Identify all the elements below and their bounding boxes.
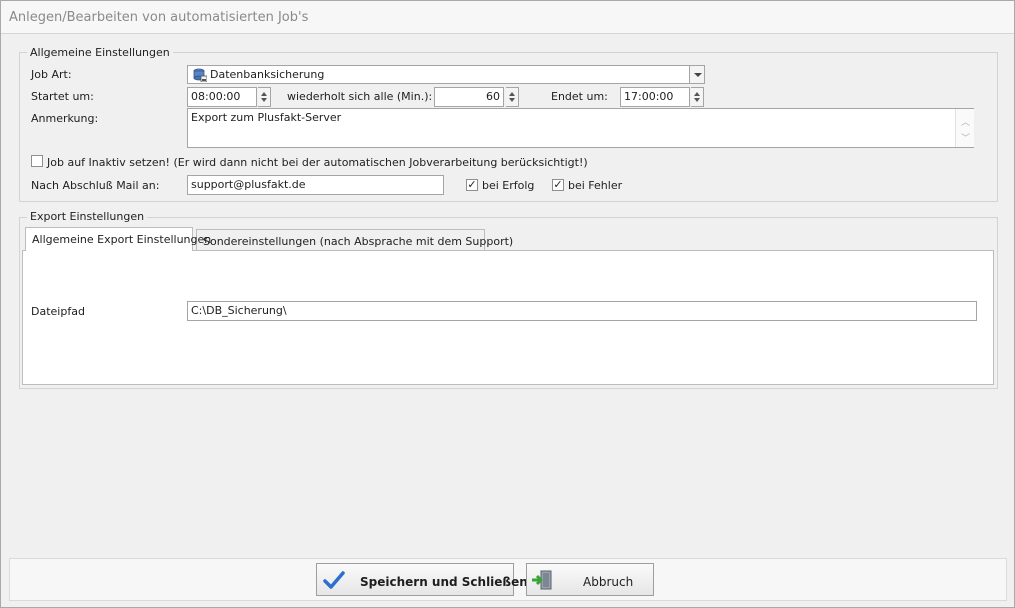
note-textarea[interactable]: Export zum Plusfakt-Server [187, 108, 974, 148]
chevron-down-icon [694, 73, 702, 77]
save-button-label: Speichern und Schließen [360, 575, 528, 589]
spin-up-icon [694, 92, 700, 96]
tab-special-settings[interactable]: Sondereinstellungen (nach Absprache mit … [196, 229, 513, 250]
end-time-value: 17:00:00 [624, 90, 674, 103]
mail-label: Nach Abschluß Mail an: [31, 179, 160, 192]
start-time-input[interactable]: 08:00:00 [187, 87, 257, 107]
spin-up-icon [509, 92, 515, 96]
spin-down-icon [261, 98, 267, 102]
mail-input[interactable]: support@plusfakt.de [187, 175, 444, 195]
success-label: bei Erfolg [482, 179, 535, 192]
job-art-dropdown-button[interactable] [689, 65, 705, 84]
exit-door-icon [531, 569, 553, 591]
start-label: Startet um: [31, 90, 94, 103]
repeat-interval-input[interactable]: 60 [434, 87, 504, 107]
title-bar: Anlegen/Bearbeiten von automatisierten J… [1, 1, 1014, 34]
mail-value: support@plusfakt.de [191, 178, 306, 191]
tab-general-export[interactable]: Allgemeine Export Einstellungen [25, 227, 211, 251]
start-time-spinner[interactable] [258, 87, 271, 107]
job-art-value: Datenbanksicherung [210, 68, 325, 81]
spin-up-icon [261, 92, 267, 96]
tab-general-export-label: Allgemeine Export Einstellungen [32, 233, 212, 246]
end-label: Endet um: [551, 90, 608, 103]
repeat-label: wiederholt sich alle (Min.): [287, 90, 433, 103]
end-time-input[interactable]: 17:00:00 [620, 87, 690, 107]
export-settings-legend: Export Einstellungen [27, 210, 148, 223]
cancel-button[interactable]: Abbruch [526, 563, 654, 596]
general-settings-legend: Allgemeine Einstellungen [27, 46, 173, 59]
repeat-interval-value: 60 [486, 90, 500, 103]
scroll-down-icon: ﹀ [961, 134, 971, 144]
note-scrollbar[interactable]: ︿ ﹀ [955, 109, 974, 147]
inactive-checkbox[interactable] [31, 155, 43, 167]
save-button[interactable]: Speichern und Schließen [316, 563, 528, 596]
note-value: Export zum Plusfakt-Server [191, 111, 342, 124]
checkmark-icon [323, 570, 345, 590]
spin-down-icon [509, 98, 515, 102]
job-art-combobox[interactable]: Datenbanksicherung [187, 65, 705, 84]
end-time-spinner[interactable] [691, 87, 704, 107]
note-label: Anmerkung: [31, 112, 99, 125]
error-label: bei Fehler [568, 179, 623, 192]
inactive-label: Job auf Inaktiv setzen! (Er wird dann ni… [47, 156, 588, 169]
window-title: Anlegen/Bearbeiten von automatisierten J… [9, 10, 309, 25]
path-value: C:\DB_Sicherung\ [191, 304, 287, 317]
start-time-value: 08:00:00 [191, 90, 241, 103]
spin-down-icon [694, 98, 700, 102]
success-checkbox[interactable]: ✓ [466, 179, 478, 191]
scroll-up-icon: ︿ [961, 118, 971, 128]
repeat-interval-spinner[interactable] [506, 87, 519, 107]
path-label: Dateipfad [31, 305, 85, 318]
dialog-window: Anlegen/Bearbeiten von automatisierten J… [0, 0, 1015, 608]
path-input[interactable]: C:\DB_Sicherung\ [187, 301, 977, 321]
cancel-button-label: Abbruch [583, 575, 634, 589]
error-checkbox[interactable]: ✓ [552, 179, 564, 191]
job-art-label: Job Art: [31, 68, 72, 81]
tab-special-settings-label: Sondereinstellungen (nach Absprache mit … [203, 235, 514, 248]
database-backup-icon [193, 68, 208, 83]
